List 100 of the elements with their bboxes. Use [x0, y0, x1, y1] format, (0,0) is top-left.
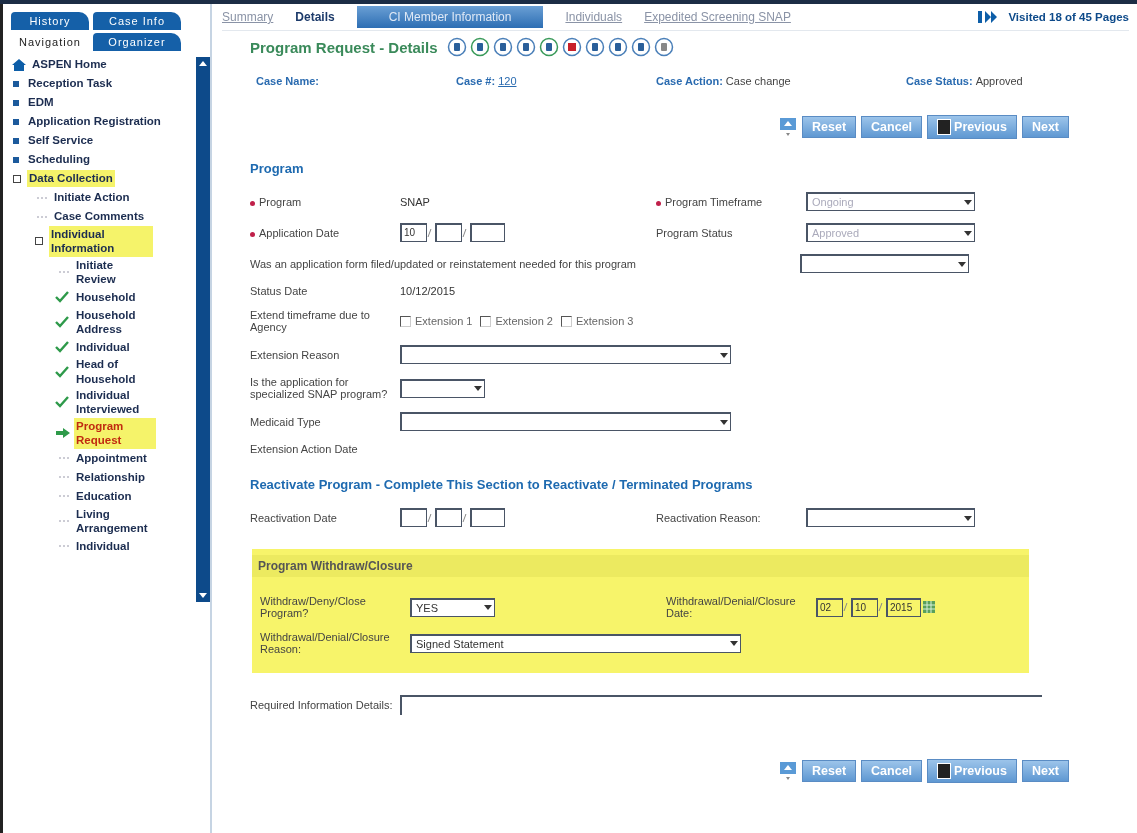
sidebar-tab[interactable]: Case Info [93, 12, 181, 30]
tree-item[interactable]: Scheduling [26, 151, 92, 168]
date-field[interactable] [435, 223, 462, 242]
bullet-icon [13, 156, 19, 163]
case-label: Case Name: [256, 75, 319, 87]
tree-item[interactable]: Relationship [74, 468, 147, 486]
date-field[interactable] [400, 508, 427, 527]
tree-item[interactable]: Household Address [74, 306, 156, 338]
tree-item[interactable]: Individual Interviewed [74, 387, 156, 418]
field-label: Status Date [250, 285, 309, 297]
date-field[interactable]: 10 [851, 597, 878, 617]
tree-item[interactable]: Program Request [74, 417, 156, 449]
section-title: Reactivate Program - Complete This Section to Reactivate / Terminated Programs [250, 477, 754, 492]
tree-item[interactable]: Data Collection [27, 170, 115, 187]
field-label: Program Status [656, 226, 734, 239]
round-icon[interactable] [653, 37, 674, 57]
tree-item[interactable]: Living Arrangement [74, 505, 156, 537]
round-icon[interactable] [630, 37, 651, 57]
dropdown[interactable] [400, 412, 731, 431]
round-icon[interactable] [515, 37, 536, 57]
checkbox[interactable] [480, 315, 492, 327]
field-label: Medicaid Type [250, 415, 322, 428]
dropdown[interactable] [400, 378, 485, 398]
field-label: Reactivation Reason: [656, 511, 762, 524]
checkbox-label: Extension 1 [415, 315, 473, 327]
dropdown[interactable] [800, 254, 969, 273]
bullet-icon [13, 80, 19, 87]
date-field[interactable]: 10 [400, 223, 427, 242]
tree-item[interactable]: Initiate Review [74, 256, 156, 288]
scrollbar[interactable] [196, 57, 210, 602]
field-label: Was an application form filed/updated or reinstatement needed for this program [250, 257, 638, 270]
dropdown[interactable] [400, 345, 731, 364]
tree-item[interactable]: Head of Household [74, 356, 156, 387]
field-label: Program [250, 195, 400, 208]
date-field[interactable] [470, 508, 505, 527]
round-icon[interactable] [492, 37, 513, 57]
collapse-icon[interactable] [35, 237, 43, 246]
date-field[interactable]: 2015 [886, 597, 921, 617]
page-title: Program Request - Details [250, 38, 438, 56]
page-tab[interactable]: Details [295, 10, 335, 24]
round-icon[interactable] [538, 37, 559, 57]
visited-count: Visited 18 of 45 Pages [1008, 11, 1129, 23]
tree-item[interactable]: Appointment [74, 449, 149, 467]
field-label: Extension Reason [250, 348, 341, 361]
field-label: Withdrawal/Denial/Closure Date: [666, 595, 797, 619]
bullet-icon [13, 118, 19, 125]
field-label: Program Timeframe [656, 195, 806, 208]
tree-item[interactable]: Individual Information [49, 226, 153, 257]
field-label: Required Information Details: [250, 699, 394, 711]
field-label: Application Date [250, 226, 400, 239]
collapse-icon[interactable] [13, 174, 21, 183]
section-title: Program [250, 161, 305, 176]
section-title: Program Withdraw/Closure [252, 555, 1029, 577]
sidebar-tab[interactable]: History [11, 12, 89, 30]
tree-item[interactable]: Education [74, 487, 134, 505]
dropdown[interactable]: Signed Statement [410, 633, 741, 653]
case-value: Case change [725, 75, 791, 87]
tree-item[interactable]: Household [74, 288, 138, 306]
date-field[interactable]: 02 [816, 597, 843, 617]
date-field[interactable] [470, 223, 505, 242]
home-icon [11, 57, 27, 72]
round-icon[interactable] [446, 37, 467, 57]
bullet-icon [13, 99, 19, 106]
case-number-link[interactable]: 120 [498, 75, 517, 87]
tree-item[interactable]: Individual [74, 537, 132, 554]
tree-item[interactable]: Initiate Action [52, 189, 132, 206]
bullet-icon [13, 137, 19, 144]
round-icon[interactable] [584, 37, 605, 57]
sidebar-tab[interactable]: Organizer [93, 33, 181, 51]
field-label: Extend timeframe due to Agency [250, 309, 371, 333]
scroll-top-icon[interactable] [779, 761, 798, 781]
dropdown[interactable]: YES [410, 597, 495, 617]
case-label: Case Action: [656, 75, 723, 87]
checkbox-label: Extension 3 [575, 315, 634, 327]
date-field[interactable] [435, 508, 462, 527]
field-value: SNAP [400, 195, 430, 208]
case-label: Case Status: [906, 75, 973, 87]
field-label: Withdraw/Deny/Close Program? [260, 595, 367, 619]
tree-item[interactable]: ASPEN Home [30, 56, 109, 73]
tree-item[interactable]: Application Registration [26, 113, 163, 130]
round-icon[interactable] [561, 37, 582, 57]
field-label: Extension Action Date [250, 443, 359, 455]
case-value: Approved [975, 75, 1023, 87]
case-label: Case #: [456, 75, 496, 87]
tree-item[interactable]: Individual [74, 338, 132, 355]
checkbox[interactable] [560, 315, 572, 327]
dropdown[interactable] [806, 508, 975, 527]
checkbox[interactable] [400, 315, 411, 327]
tree-item[interactable]: Reception Task [26, 75, 115, 92]
tree-item[interactable]: EDM [26, 94, 56, 111]
checkbox-label: Extension 2 [495, 315, 553, 327]
tree-item[interactable]: Case Comments [52, 208, 147, 225]
round-icon[interactable] [607, 37, 628, 57]
text-area[interactable] [400, 695, 1042, 715]
round-icon[interactable] [469, 37, 490, 57]
field-label: Withdrawal/Denial/Closure Reason: [260, 631, 391, 655]
field-label: Is the application for specialized SNAP program? [250, 376, 389, 400]
tree-item[interactable]: Self Service [26, 132, 96, 149]
scroll-top-icon[interactable] [779, 117, 798, 137]
field-value: 10/12/2015 [400, 285, 456, 297]
